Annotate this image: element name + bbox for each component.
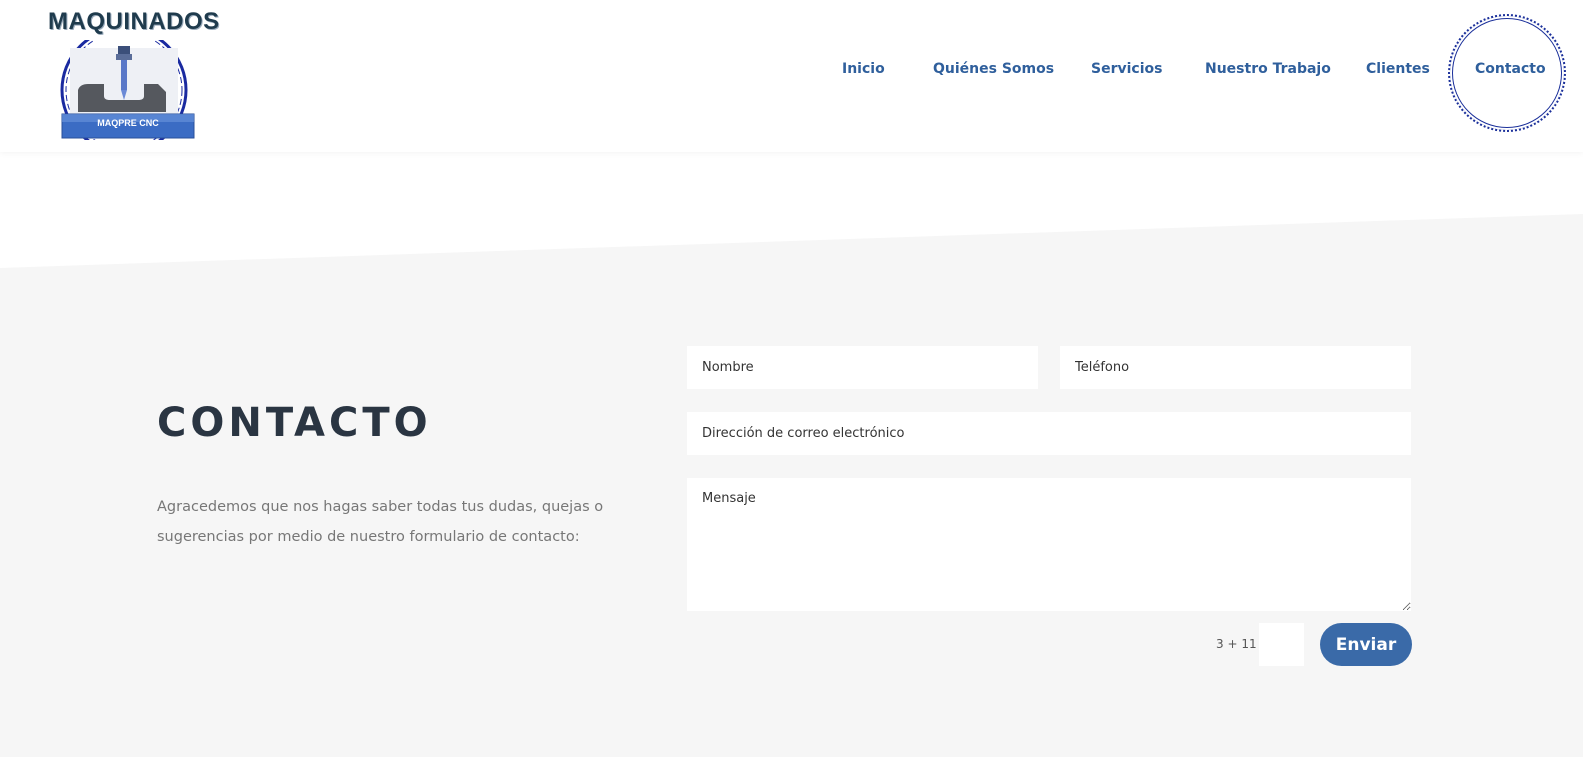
nav-nuestro-trabajo[interactable]: Nuestro Trabajo bbox=[1205, 61, 1331, 77]
site-header: MAQUINADOS MAQPRE CNC Inicio Quiénes Som… bbox=[0, 0, 1583, 152]
name-field[interactable] bbox=[687, 346, 1038, 389]
nav-clientes[interactable]: Clientes bbox=[1366, 61, 1430, 77]
phone-field[interactable] bbox=[1060, 346, 1411, 389]
logo-caption: MAQPRE CNC bbox=[97, 118, 159, 128]
submit-button[interactable]: Enviar bbox=[1320, 623, 1412, 666]
nav-inicio[interactable]: Inicio bbox=[842, 61, 885, 77]
contact-title: CONTACTO bbox=[157, 400, 432, 446]
nav-contacto[interactable]: Contacto bbox=[1475, 61, 1546, 77]
nav-quienes-somos[interactable]: Quiénes Somos bbox=[933, 61, 1054, 77]
brand-title[interactable]: MAQUINADOS bbox=[48, 8, 220, 36]
contact-description: Agracedemos que nos hagas saber todas tu… bbox=[157, 499, 604, 545]
nav-servicios[interactable]: Servicios bbox=[1091, 61, 1162, 77]
message-field[interactable] bbox=[687, 478, 1411, 611]
email-field[interactable] bbox=[687, 412, 1411, 455]
captcha-input[interactable] bbox=[1259, 623, 1304, 666]
slanted-divider bbox=[0, 150, 1583, 268]
